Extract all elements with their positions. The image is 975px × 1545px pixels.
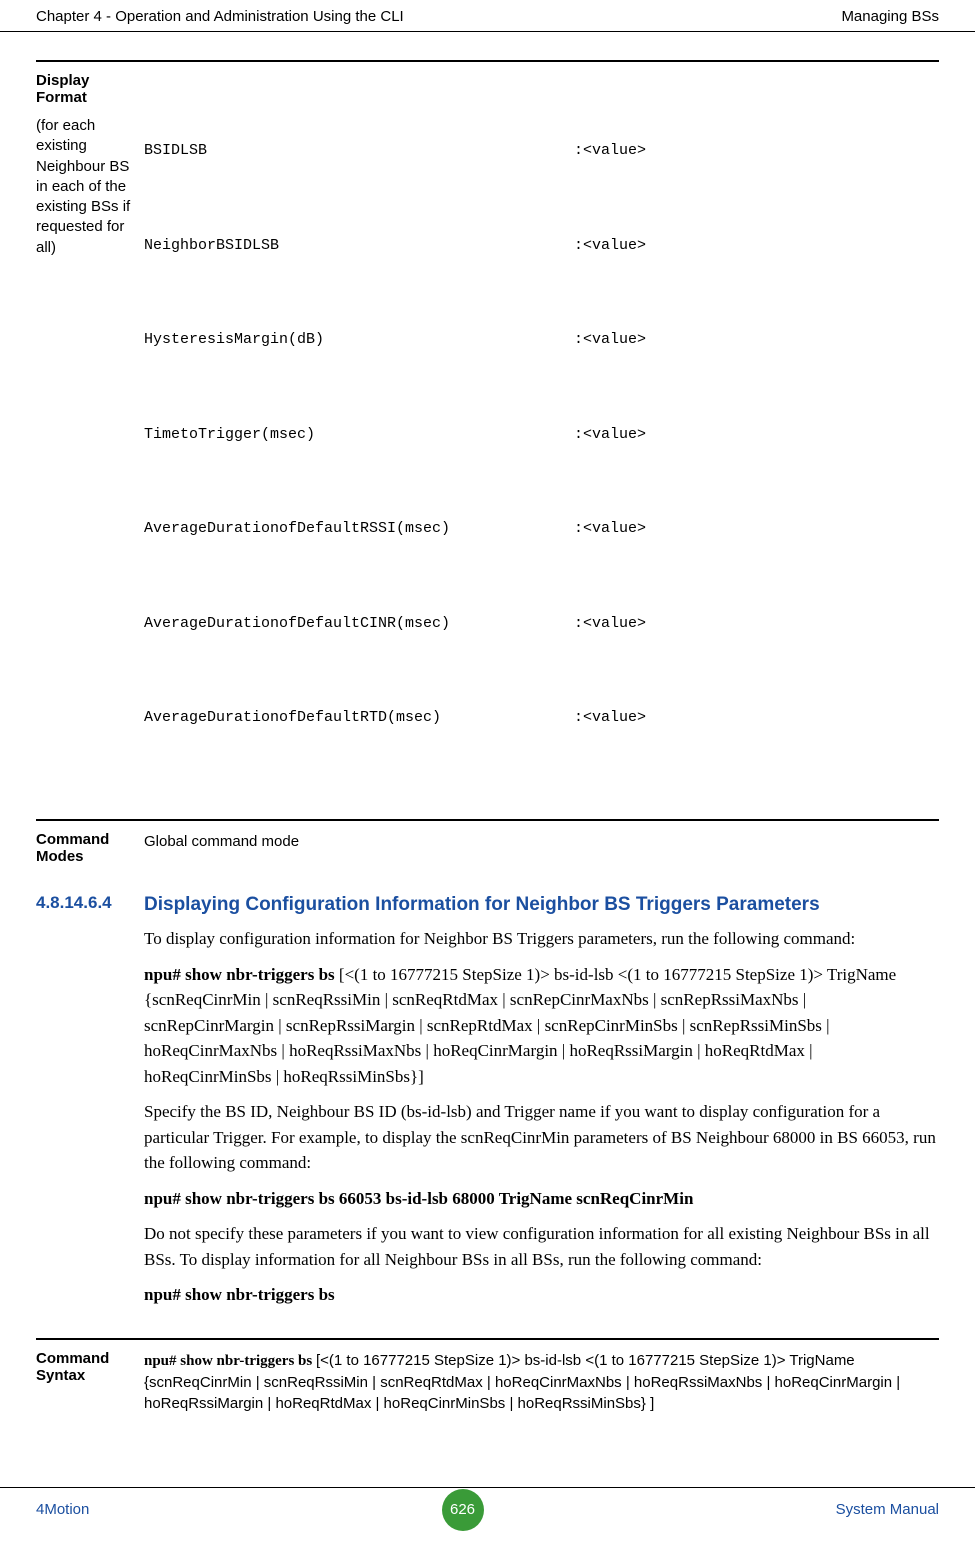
footer-left: 4Motion: [36, 1501, 89, 1518]
command-modes-label: Command Modes: [36, 831, 144, 865]
display-format-block: Display Format (for each existing Neighb…: [36, 60, 939, 797]
command-example-2: npu# show nbr-triggers bs 66053 bs-id-ls…: [144, 1186, 939, 1212]
mono-val: :<value>: [574, 608, 646, 640]
command-syntax-value: npu# show nbr-triggers bs [<(1 to 167772…: [144, 1350, 939, 1414]
section-heading: 4.8.14.6.4 Displaying Configuration Info…: [36, 893, 939, 917]
cmd-bold: npu# show nbr-triggers bs: [144, 965, 339, 984]
mono-val: :<value>: [574, 324, 646, 356]
mono-val: :<value>: [574, 702, 646, 734]
mono-key: AverageDurationofDefaultCINR(msec): [144, 608, 574, 640]
body-paragraph: Specify the BS ID, Neighbour BS ID (bs-i…: [144, 1099, 939, 1176]
header-right: Managing BSs: [841, 8, 939, 25]
mono-val: :<value>: [574, 513, 646, 545]
mono-output: BSIDLSB:<value> NeighborBSIDLSB:<value> …: [144, 72, 939, 797]
mono-row: AverageDurationofDefaultRSSI(msec):<valu…: [144, 513, 939, 545]
mono-row: TimetoTrigger(msec):<value>: [144, 419, 939, 451]
display-format-label: Display Format (for each existing Neighb…: [36, 72, 144, 797]
page-footer: 4Motion 626 System Manual: [0, 1487, 975, 1531]
mono-val: :<value>: [574, 419, 646, 451]
body-paragraph: Do not specify these parameters if you w…: [144, 1221, 939, 1272]
command-example-1: npu# show nbr-triggers bs [<(1 to 167772…: [144, 962, 939, 1090]
mono-key: TimetoTrigger(msec): [144, 419, 574, 451]
command-syntax-block: Command Syntax npu# show nbr-triggers bs…: [36, 1338, 939, 1414]
mono-row: NeighborBSIDLSB:<value>: [144, 230, 939, 262]
mono-key: AverageDurationofDefaultRSSI(msec): [144, 513, 574, 545]
command-example-3: npu# show nbr-triggers bs: [144, 1282, 939, 1308]
header-left: Chapter 4 - Operation and Administration…: [36, 8, 404, 25]
display-format-sublabel: (for each existing Neighbour BS in each …: [36, 116, 138, 258]
page-number-badge: 626: [442, 1489, 484, 1531]
body-paragraph: To display configuration information for…: [144, 926, 939, 952]
command-modes-value: Global command mode: [144, 831, 939, 865]
mono-row: AverageDurationofDefaultRTD(msec):<value…: [144, 702, 939, 734]
section-number: 4.8.14.6.4: [36, 893, 144, 917]
footer-right: System Manual: [836, 1501, 939, 1518]
mono-val: :<value>: [574, 230, 646, 262]
mono-row: BSIDLSB:<value>: [144, 135, 939, 167]
mono-val: :<value>: [574, 135, 646, 167]
page-header: Chapter 4 - Operation and Administration…: [0, 0, 975, 32]
mono-key: BSIDLSB: [144, 135, 574, 167]
section-title: Displaying Configuration Information for…: [144, 893, 939, 917]
command-modes-block: Command Modes Global command mode: [36, 819, 939, 865]
cmd-syntax-bold: npu# show nbr-triggers bs: [144, 1353, 316, 1369]
command-syntax-label: Command Syntax: [36, 1350, 144, 1414]
mono-key: HysteresisMargin(dB): [144, 324, 574, 356]
mono-key: AverageDurationofDefaultRTD(msec): [144, 702, 574, 734]
mono-row: HysteresisMargin(dB):<value>: [144, 324, 939, 356]
page-content: Display Format (for each existing Neighb…: [0, 60, 975, 1414]
mono-key: NeighborBSIDLSB: [144, 230, 574, 262]
display-format-value: BSIDLSB:<value> NeighborBSIDLSB:<value> …: [144, 72, 939, 797]
mono-row: AverageDurationofDefaultCINR(msec):<valu…: [144, 608, 939, 640]
display-format-label-text: Display Format: [36, 72, 89, 106]
